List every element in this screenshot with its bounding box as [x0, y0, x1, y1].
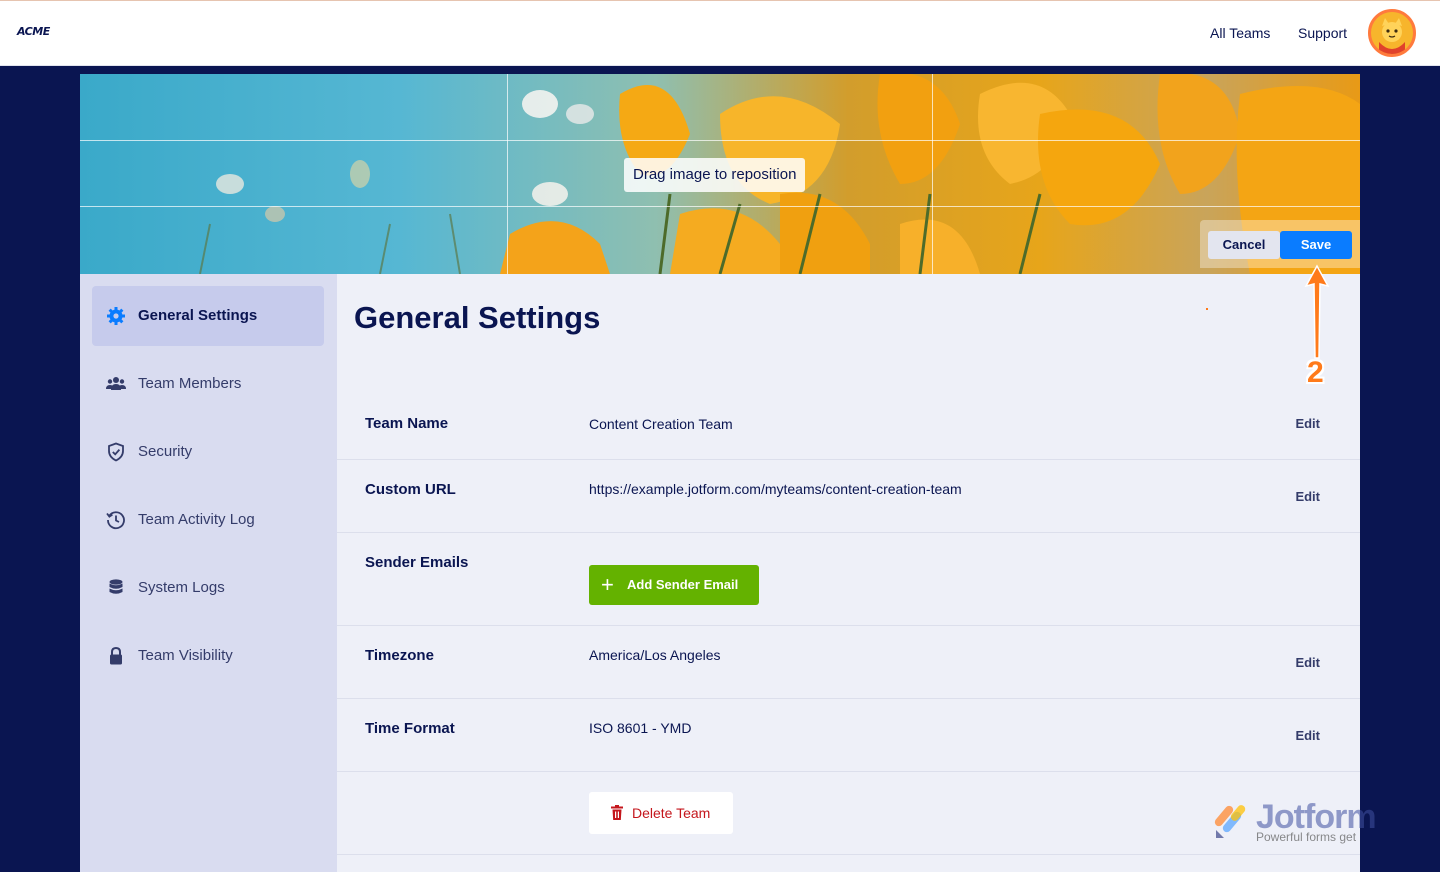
setting-label: Sender Emails: [365, 554, 469, 571]
setting-label: Team Name: [365, 415, 449, 432]
sidebar-item-label: System Logs: [138, 579, 225, 596]
top-bar: ACME All Teams Support: [0, 0, 1440, 66]
edit-time-format-button[interactable]: Edit: [1295, 728, 1320, 743]
page-title: General Settings: [354, 300, 601, 335]
setting-row-timezone: Timezone America/Los Angeles Edit: [337, 626, 1360, 699]
sidebar-item-team-members[interactable]: Team Members: [92, 354, 324, 414]
setting-label: Timezone: [365, 647, 434, 664]
jotform-logo-icon: [1214, 805, 1246, 838]
grid-line: [80, 140, 1360, 141]
sidebar-item-label: Team Activity Log: [138, 511, 255, 528]
grid-line: [80, 206, 1360, 207]
add-sender-email-button[interactable]: + Add Sender Email: [589, 565, 759, 605]
acme-logo[interactable]: ACME: [17, 25, 50, 38]
users-icon: [106, 377, 126, 390]
watermark-subtitle: Powerful forms get: [1256, 830, 1357, 844]
gear-icon: [107, 307, 125, 325]
grid-line: [507, 74, 508, 274]
cover-image[interactable]: Drag image to reposition Cancel Save: [80, 74, 1360, 274]
save-button[interactable]: Save: [1280, 231, 1352, 259]
sidebar-item-team-activity-log[interactable]: Team Activity Log: [92, 490, 324, 550]
general-settings-panel: General Settings Team Name Content Creat…: [337, 274, 1360, 872]
nav-all-teams-link[interactable]: All Teams: [1210, 25, 1270, 41]
sidebar-item-label: Team Members: [138, 375, 242, 392]
delete-team-label: Delete Team: [632, 805, 711, 821]
settings-sidebar: General Settings Team Members Security T…: [80, 274, 337, 872]
trash-icon: [611, 805, 623, 820]
setting-row-sender-emails: Sender Emails + Add Sender Email: [337, 533, 1360, 626]
lock-icon: [110, 646, 122, 665]
nav-support-link[interactable]: Support: [1298, 25, 1347, 41]
setting-row-time-format: Time Format ISO 8601 - YMD Edit: [337, 699, 1360, 772]
annotation-step-number: 2: [1307, 356, 1324, 389]
sidebar-item-label: Team Visibility: [138, 647, 233, 664]
history-icon: [106, 511, 125, 530]
edit-custom-url-button[interactable]: Edit: [1295, 489, 1320, 504]
sidebar-item-security[interactable]: Security: [92, 422, 324, 482]
user-avatar-icon[interactable]: [1368, 9, 1416, 57]
setting-row-custom-url: Custom URL https://example.jotform.com/m…: [337, 460, 1360, 533]
setting-value: America/Los Angeles: [589, 647, 721, 663]
sidebar-item-general-settings[interactable]: General Settings: [92, 286, 324, 346]
sidebar-item-team-visibility[interactable]: Team Visibility: [92, 626, 324, 686]
cover-actions: Cancel Save: [1200, 220, 1360, 268]
sidebar-item-system-logs[interactable]: System Logs: [92, 558, 324, 618]
annotation-dot: [1206, 308, 1208, 310]
cancel-button[interactable]: Cancel: [1208, 231, 1280, 259]
setting-row-team-name: Team Name Content Creation Team Edit: [337, 387, 1360, 460]
add-sender-email-label: Add Sender Email: [627, 577, 739, 592]
shield-icon: [108, 442, 124, 462]
plus-icon: +: [601, 572, 614, 597]
edit-timezone-button[interactable]: Edit: [1295, 655, 1320, 670]
setting-label: Custom URL: [365, 481, 456, 498]
sidebar-item-label: General Settings: [138, 307, 258, 324]
setting-row-delete: Delete Team: [337, 772, 1360, 855]
annotation-arrow-icon: [1304, 264, 1330, 359]
delete-team-button[interactable]: Delete Team: [589, 792, 733, 834]
setting-value: Content Creation Team: [589, 416, 733, 432]
setting-value: https://example.jotform.com/myteams/cont…: [589, 481, 962, 497]
jotform-watermark: Jotform Powerful forms get: [1214, 798, 1414, 848]
setting-value: ISO 8601 - YMD: [589, 720, 692, 736]
setting-label: Time Format: [365, 720, 455, 737]
edit-team-name-button[interactable]: Edit: [1295, 416, 1320, 431]
database-icon: [109, 579, 123, 594]
grid-line: [932, 74, 933, 274]
sidebar-item-label: Security: [138, 443, 193, 460]
drag-reposition-hint: Drag image to reposition: [624, 158, 806, 192]
